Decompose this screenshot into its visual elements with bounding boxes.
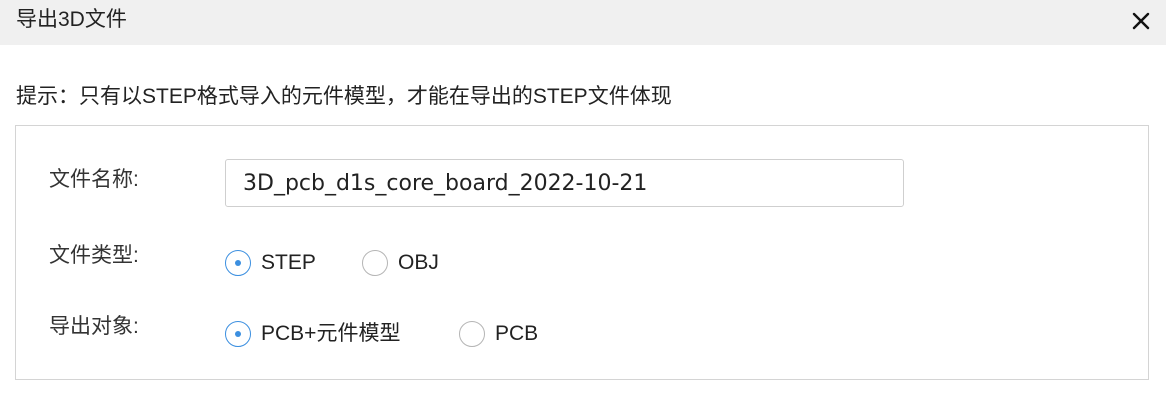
radio-checked-icon (225, 250, 251, 276)
dialog-title: 导出3D文件 (16, 8, 127, 31)
dialog-titlebar: 导出3D文件 (0, 0, 1166, 45)
export-pcb-label: PCB (495, 322, 539, 345)
filetype-obj-label: OBJ (398, 251, 439, 274)
filetype-obj-radio[interactable]: OBJ (362, 248, 439, 278)
close-icon (1132, 12, 1150, 30)
filename-input[interactable] (225, 159, 904, 207)
export-pcb-models-label: PCB+元件模型 (261, 322, 401, 345)
export-target-label: 导出对象: (49, 315, 139, 338)
radio-checked-icon (225, 321, 251, 347)
export-pcb-radio[interactable]: PCB (459, 319, 538, 349)
radio-unchecked-icon (459, 321, 485, 347)
export-3d-dialog: 导出3D文件 提示：只有以STEP格式导入的元件模型，才能在导出的STEP文件体… (0, 0, 1166, 405)
hint-text: 提示：只有以STEP格式导入的元件模型，才能在导出的STEP文件体现 (16, 85, 672, 108)
filename-label: 文件名称: (49, 168, 139, 191)
export-pcb-models-radio[interactable]: PCB+元件模型 (225, 319, 400, 349)
filetype-step-label: STEP (261, 251, 316, 274)
close-button[interactable] (1122, 3, 1158, 39)
filetype-step-radio[interactable]: STEP (225, 248, 316, 278)
radio-unchecked-icon (362, 250, 388, 276)
filetype-label: 文件类型: (49, 244, 139, 267)
